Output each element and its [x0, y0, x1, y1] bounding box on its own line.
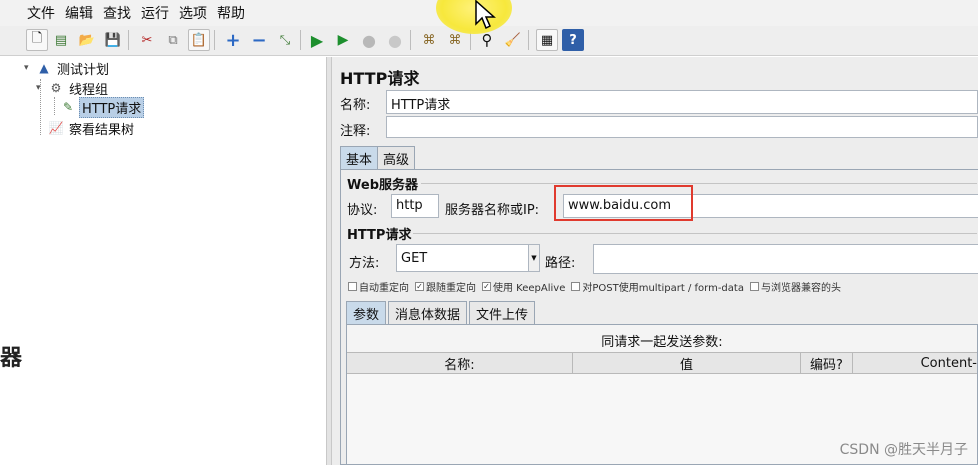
menu-search[interactable]: 查找	[102, 3, 132, 23]
menu-help[interactable]: 帮助	[216, 3, 246, 23]
http-request-panel: HTTP请求 名称: HTTP请求 注释: 基本 高级 Web服务器 协议: h…	[332, 57, 978, 465]
mouse-cursor-icon	[475, 0, 496, 30]
toolbar-separator	[128, 30, 129, 50]
path-label: 路径:	[545, 256, 576, 271]
checkbox-label: 跟随重定向	[426, 283, 476, 294]
open-icon[interactable]: 📂	[76, 29, 98, 51]
tree-node-results-tree[interactable]: 📈 察看结果树	[48, 119, 136, 138]
sampler-icon: ✎	[62, 100, 74, 114]
tree-node-label: 测试计划	[57, 62, 110, 78]
help-icon[interactable]: ?	[562, 29, 584, 51]
checkbox-label: 自动重定向	[359, 283, 409, 294]
method-value: GET	[401, 251, 428, 266]
expand-icon[interactable]: +	[222, 29, 244, 51]
path-field[interactable]	[593, 244, 978, 274]
tree-connector	[54, 97, 55, 115]
menu-options[interactable]: 选项	[178, 3, 208, 23]
tab-advanced[interactable]: 高级	[377, 146, 416, 170]
checkbox-label: 与浏览器兼容的头	[760, 283, 841, 294]
protocol-field[interactable]: http	[391, 194, 439, 218]
multipart-checkbox[interactable]: 对POST使用multipart / form-data	[571, 279, 744, 294]
tree-node-test-plan[interactable]: ▾ ▲ 测试计划	[24, 59, 111, 78]
config-tabs: 基本 高级	[340, 146, 416, 170]
menu-edit[interactable]: 编辑	[64, 3, 94, 23]
clear-icon[interactable]: ⌘	[418, 29, 440, 51]
comment-field[interactable]	[386, 116, 978, 138]
web-server-title: Web服务器	[347, 178, 418, 193]
stop-icon[interactable]: ●	[358, 29, 380, 51]
params-title: 同请求一起发送参数:	[601, 335, 723, 350]
panel-title: HTTP请求	[340, 69, 420, 88]
gear-icon: ⚙	[50, 81, 62, 95]
checkbox-box[interactable]	[571, 282, 581, 291]
paste-icon[interactable]: 📋	[188, 29, 210, 51]
method-label: 方法:	[349, 256, 380, 271]
parameter-tabs: 参数 消息体数据 文件上传	[346, 301, 537, 326]
checkbox-label: 对POST使用multipart / form-data	[582, 283, 744, 294]
start-icon[interactable]: ▶	[306, 29, 328, 51]
menu-run[interactable]: 运行	[140, 3, 170, 23]
tree-node-label: 线程组	[69, 82, 109, 98]
copy-icon[interactable]: ⧉	[162, 29, 184, 51]
column-content-type[interactable]: Content-	[853, 353, 978, 373]
save-icon[interactable]: 💾	[102, 29, 124, 51]
column-name[interactable]: 名称:	[347, 353, 573, 373]
keepalive-checkbox[interactable]: ✓ 使用 KeepAlive	[482, 279, 565, 294]
toggle-icon[interactable]: ⤡	[274, 29, 296, 51]
tab-file-upload[interactable]: 文件上传	[469, 301, 536, 326]
toolbar-separator	[528, 30, 529, 50]
tree-expand-handle[interactable]: ▾	[36, 83, 48, 93]
reset-search-icon[interactable]: 🧹	[502, 29, 524, 51]
templates-icon[interactable]: ▤	[50, 29, 72, 51]
menu-file[interactable]: 文件	[26, 3, 56, 23]
toolbar-separator	[300, 30, 301, 50]
tree-node-label: HTTP请求	[79, 96, 145, 118]
checkbox-box[interactable]	[749, 282, 759, 291]
watermark: CSDN @胜天半月子	[839, 442, 968, 458]
test-plan-icon: ▲	[39, 61, 49, 75]
tree-node-label: 察看结果树	[69, 122, 135, 138]
toolbar-separator	[214, 30, 215, 50]
name-field[interactable]: HTTP请求	[386, 90, 978, 114]
toolbar-separator	[410, 30, 411, 50]
checkbox-box[interactable]	[348, 282, 357, 291]
new-icon[interactable]: 🗋	[26, 29, 48, 51]
start-no-pauses-icon[interactable]: ▶	[332, 29, 354, 51]
checkbox-box[interactable]: ✓	[482, 282, 491, 291]
listener-chart-icon: 📈	[48, 121, 64, 135]
collapse-icon[interactable]: −	[248, 29, 270, 51]
auto-redirect-checkbox[interactable]: 自动重定向	[348, 279, 409, 294]
server-label: 服务器名称或IP:	[445, 203, 540, 218]
comment-label: 注释:	[340, 124, 371, 139]
request-options: 自动重定向 ✓ 跟随重定向 ✓ 使用 KeepAlive 对POST使用multip…	[348, 279, 847, 294]
cut-icon[interactable]: ✂	[136, 29, 158, 51]
name-label: 名称:	[340, 98, 371, 113]
server-field-highlight-box	[554, 185, 693, 221]
tab-parameters[interactable]: 参数	[346, 301, 387, 326]
test-plan-tree: ▾ ▲ 测试计划 ▾ ⚙ 线程组 ✎ HTTP请求 📈 察看结果树	[0, 57, 326, 465]
protocol-label: 协议:	[347, 203, 378, 218]
tree-node-thread-group[interactable]: ▾ ⚙ 线程组	[36, 79, 110, 98]
column-value[interactable]: 值	[573, 353, 801, 373]
checkbox-box[interactable]: ✓	[415, 282, 424, 291]
chevron-down-icon[interactable]: ▼	[528, 245, 539, 271]
browser-headers-checkbox[interactable]: 与浏览器兼容的头	[749, 279, 841, 294]
section-divider	[413, 233, 977, 234]
tab-basic[interactable]: 基本	[340, 146, 379, 170]
tree-node-http-request[interactable]: ✎ HTTP请求	[60, 96, 145, 118]
checkbox-label: 使用 KeepAlive	[493, 283, 566, 294]
table-header: 名称: 值 编码? Content-	[347, 352, 977, 374]
follow-redirect-checkbox[interactable]: ✓ 跟随重定向	[415, 279, 476, 294]
shutdown-icon[interactable]: ●	[384, 29, 406, 51]
http-request-title: HTTP请求	[347, 228, 412, 243]
function-helper-icon[interactable]: ▦	[536, 29, 558, 51]
method-select[interactable]: GET ▼	[396, 244, 540, 272]
tree-expand-handle[interactable]: ▾	[24, 63, 36, 73]
tab-body-data[interactable]: 消息体数据	[388, 301, 468, 326]
column-encode[interactable]: 编码?	[801, 353, 853, 373]
section-divider	[421, 183, 977, 184]
stray-character: 器	[0, 346, 23, 371]
